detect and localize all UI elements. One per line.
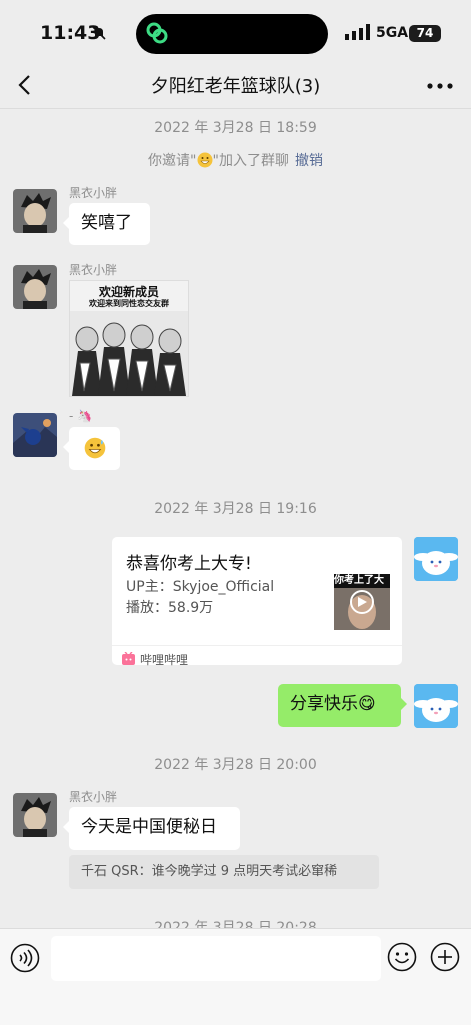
avatar[interactable] [13,265,57,309]
cinnamoroll-avatar-image [414,684,458,728]
thumbnail-image [334,588,390,630]
network-type: 5GA [376,25,409,41]
card-divider [112,645,402,646]
cinnamoroll-avatar-image [414,537,458,581]
message-bubble[interactable] [63,427,120,470]
card-thumbnail: 你考上了大 [334,574,390,630]
grin-sweat-emoji-icon [84,437,105,459]
video-share-card[interactable]: 恭喜你考上大专! UP主：Skyjoe_Official 播放：58.9万 你考… [112,537,402,667]
chat-title: 夕阳红老年篮球队(3) [150,76,321,97]
sticker-message[interactable]: 欢迎新成员 欢迎来到同性恋交友群 [69,280,189,397]
sender-name: 黑衣小胖 [69,790,118,804]
my-avatar[interactable] [414,684,458,728]
thumbnail-caption: 你考上了大 [334,574,390,588]
avatar[interactable] [13,189,57,233]
system-text-suffix: "加入了群聊 [212,153,289,169]
card-play-count: 播放：58.9万 [126,600,214,616]
card-source: 哔哩哔哩 [140,653,189,667]
battery-icon: 74 [409,25,441,42]
my-avatar[interactable] [414,537,458,581]
bell-muted-icon [92,26,106,40]
card-title: 恭喜你考上大专! [126,554,252,574]
sender-name: 黑衣小胖 [69,186,118,200]
plus-icon[interactable] [430,942,460,972]
emoji-icon[interactable] [387,942,417,972]
avatar-image [13,189,57,233]
avatar-image [13,265,57,309]
sender-name: - 🦄 [69,409,93,423]
nav-divider [0,108,471,109]
system-text-prefix: 你邀请" [148,153,197,169]
voice-icon[interactable] [10,943,40,973]
status-bar: 11:43 5GA 74 [0,0,471,64]
more-icon[interactable] [426,82,454,90]
timestamp: 2022 年 3月28 日 18:59 [154,120,317,136]
avatar-image [13,413,57,457]
message-bubble[interactable]: 今天是中国便秘日 [63,807,240,850]
quoted-message[interactable]: 千石 QSR：谁今晚学过 9 点明天考试必窜稀 [69,855,379,889]
timestamp: 2022 年 3月28 日 19:16 [154,501,317,517]
my-message-bubble[interactable]: 分享快乐😋 [278,684,407,727]
link-icon [146,22,168,44]
grin-sweat-emoji-icon [197,152,212,168]
avatar[interactable] [13,413,57,457]
bilibili-icon [122,652,135,665]
avatar[interactable] [13,793,57,837]
card-uploader: UP主：Skyjoe_Official [126,579,275,595]
signal-icon [345,24,370,40]
revoke-link[interactable]: 撤销 [295,153,323,169]
timestamp: 2022 年 3月28 日 20:00 [154,757,317,773]
sticker-image [70,311,188,396]
system-message: 你邀请" "加入了群聊 撤销 [0,150,471,170]
avatar-image [13,793,57,837]
message-bubble[interactable]: 笑嘻了 [63,203,150,245]
sender-name: 黑衣小胖 [69,263,118,277]
sticker-subcaption: 欢迎来到同性恋交友群 [89,299,169,308]
message-input[interactable] [51,936,381,981]
